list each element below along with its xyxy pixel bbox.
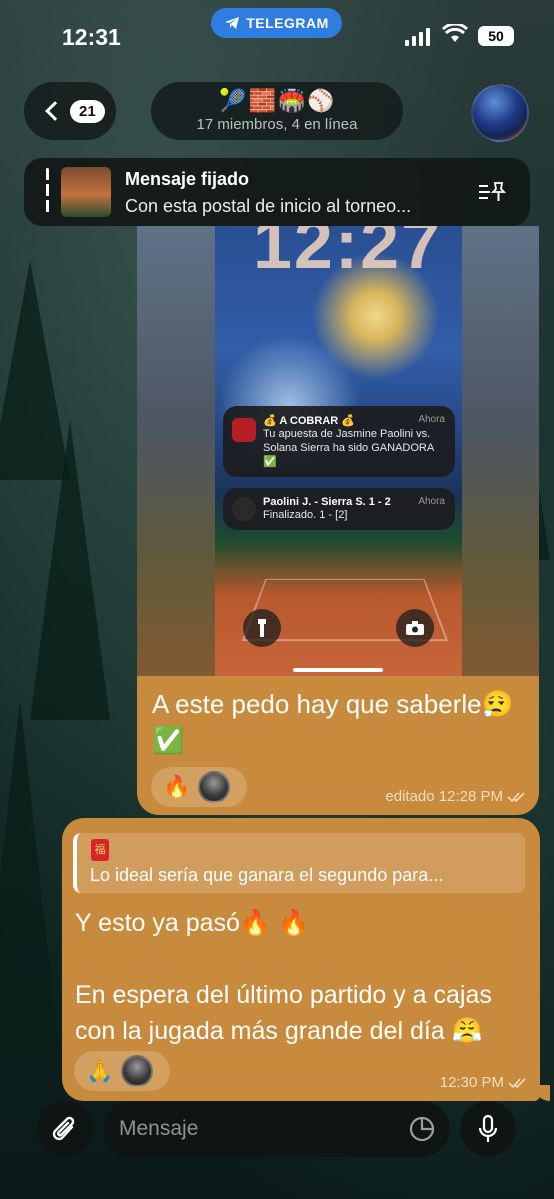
double-check-icon	[507, 791, 525, 802]
microphone-icon	[478, 1115, 498, 1142]
battery-level: 50	[488, 28, 504, 44]
back-button[interactable]: 21	[24, 82, 116, 140]
notification-bet: 💰 A COBRAR 💰 Tu apuesta de Jasmine Paoli…	[223, 406, 455, 477]
pinned-text: Con esta postal de inicio al torneo...	[125, 196, 412, 216]
bubble-tail	[534, 1085, 550, 1101]
chevron-left-icon	[45, 101, 65, 121]
reaction-emoji: 🔥	[163, 774, 191, 799]
shared-screenshot[interactable]: 12:27 💰 A COBRAR 💰 Tu apuesta de Jasmine…	[215, 226, 462, 676]
telegram-pill-label: TELEGRAM	[246, 15, 329, 31]
red-envelope-icon: 福	[91, 839, 109, 861]
reply-preview[interactable]: 福 Lo ideal sería que ganara el segundo p…	[73, 833, 525, 893]
sticker-icon[interactable]	[408, 1115, 436, 1143]
reactor-avatar	[198, 771, 231, 803]
attach-button[interactable]	[37, 1101, 93, 1157]
title-emoji: 🎾	[219, 88, 247, 113]
message-bubble-2[interactable]: 福 Lo ideal sería que ganara el segundo p…	[62, 818, 550, 1101]
message-meta: 12:30 PM	[440, 1074, 528, 1091]
pin-list-icon[interactable]	[478, 180, 506, 204]
reactions[interactable]: 🔥	[151, 767, 247, 807]
telegram-icon	[225, 17, 240, 29]
camera-icon	[396, 609, 434, 647]
message-bubble-1[interactable]: 12:27 💰 A COBRAR 💰 Tu apuesta de Jasmine…	[137, 226, 539, 815]
reaction-emoji: 🙏	[86, 1058, 114, 1083]
telegram-pill[interactable]: TELEGRAM	[211, 8, 342, 38]
double-check-icon	[508, 1077, 526, 1088]
message-input[interactable]	[119, 1101, 399, 1157]
pinned-indicator	[46, 168, 49, 216]
title-emoji: 🧱	[248, 88, 276, 113]
message-text: Y esto ya pasó🔥 🔥 En espera del último p…	[75, 909, 492, 1045]
title-emoji: 🏟️	[278, 88, 306, 113]
notification-score: Paolini J. - Sierra S. 1 - 2 Finalizado.…	[223, 488, 455, 530]
score-app-icon	[232, 497, 256, 521]
reply-text: Lo ideal sería que ganara el segundo par…	[90, 865, 444, 885]
home-indicator	[293, 668, 383, 672]
screenshot-clock: 12:27	[253, 226, 443, 283]
reactions[interactable]: 🙏	[74, 1051, 170, 1091]
unread-count-badge: 21	[70, 99, 105, 123]
notification-time: Ahora	[418, 496, 445, 507]
message-timestamp: editado 12:28 PM	[385, 788, 503, 805]
battery-icon: 50	[478, 26, 514, 46]
status-bar: 12:31 TELEGRAM 50	[0, 0, 554, 70]
paperclip-icon	[52, 1116, 75, 1141]
betting-app-icon	[232, 418, 256, 442]
message-input-container[interactable]	[103, 1101, 450, 1157]
message-meta: editado 12:28 PM	[385, 788, 527, 805]
chat-subtitle: 17 miembros, 4 en línea	[196, 116, 358, 133]
pinned-thumbnail	[61, 167, 111, 217]
pinned-message-bar[interactable]: Mensaje fijado Con esta postal de inicio…	[24, 158, 530, 226]
signal-icon	[405, 28, 430, 46]
group-avatar[interactable]	[471, 84, 529, 142]
notification-body: Finalizado. 1 - [2]	[263, 509, 348, 521]
chat-title[interactable]: 🎾 🧱 🏟️ ⚾ 17 miembros, 4 en línea	[151, 82, 403, 140]
wifi-icon	[442, 24, 468, 42]
message-text: A este pedo hay que saberle😮‍💨 ✅	[152, 689, 514, 755]
notification-time: Ahora	[418, 414, 445, 425]
wallpaper-tree	[30, 420, 110, 720]
wallpaper-tree	[0, 700, 60, 1060]
notification-body: Tu apuesta de Jasmine Paolini vs. Solana…	[263, 428, 434, 468]
flashlight-icon	[243, 609, 281, 647]
chat-title-emojis: 🎾 🧱 🏟️ ⚾	[219, 89, 335, 113]
reactor-avatar	[121, 1055, 154, 1087]
title-emoji: ⚾	[307, 88, 335, 113]
message-timestamp: 12:30 PM	[439, 1074, 504, 1091]
pinned-title: Mensaje fijado	[125, 169, 250, 189]
microphone-button[interactable]	[460, 1101, 516, 1157]
status-time: 12:31	[62, 24, 121, 50]
